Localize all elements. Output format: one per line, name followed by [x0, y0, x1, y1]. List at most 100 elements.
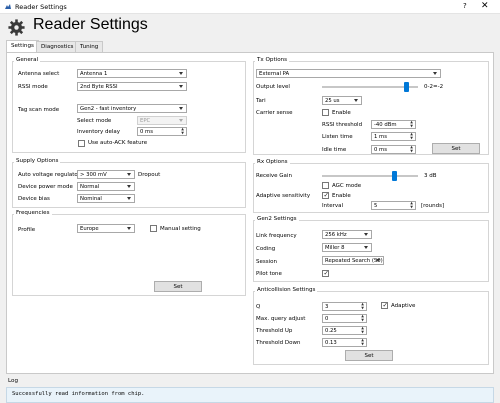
output-level-slider-handle[interactable] [403, 82, 409, 92]
bias-combo[interactable]: Nominal [77, 194, 135, 203]
profile-value: Europe [80, 226, 99, 232]
spin-arrows-icon[interactable]: ▲ ▼ [361, 338, 364, 346]
receive-gain-slider-handle[interactable] [391, 171, 397, 181]
output-level-label: Output level [256, 84, 290, 90]
coding-combo[interactable]: Miller 8 [322, 243, 372, 252]
idle-time-spinbox[interactable]: 0 ms ▲ ▼ [371, 145, 416, 154]
rssi-threshold-label: RSSI threshold [322, 122, 363, 128]
rssi-mode-combo[interactable]: 2nd Byte RSSI [77, 82, 187, 91]
window-titlebar: Reader Settings ? ✕ [0, 0, 500, 14]
session-combo[interactable]: Repeated Search (S0) [322, 256, 384, 265]
q-adaptive-checkbox[interactable] [381, 301, 388, 309]
interval-spinbox[interactable]: 5 ▲ ▼ [371, 201, 416, 210]
tari-label: Tari [256, 98, 266, 104]
log-label: Log [8, 378, 18, 384]
interval-unit-label: [rounds] [421, 203, 445, 209]
tab-tuning[interactable]: Tuning [75, 41, 104, 52]
coding-label: Coding [256, 246, 276, 252]
tari-value: 25 us [325, 98, 340, 104]
tag-scan-mode-value: Gen2 - fast inventory [80, 106, 137, 112]
dropout-label: Dropout [138, 172, 161, 178]
carrier-sense-enable-label: Enable [332, 110, 351, 116]
auto-ack-checkbox[interactable] [78, 140, 85, 147]
rssi-threshold-value: -40 dBm [374, 122, 397, 128]
q-spinbox[interactable]: 3 ▲ ▼ [322, 302, 367, 311]
spin-arrows-icon[interactable]: ▲ ▼ [361, 302, 364, 310]
supply-options-title: Supply Options [14, 158, 61, 164]
spin-arrows-icon[interactable]: ▲ ▼ [410, 201, 413, 209]
idle-time-label: Idle time [322, 147, 347, 153]
help-icon[interactable]: ? [463, 2, 467, 10]
anticollision-title: Anticollision Settings [255, 287, 318, 293]
spin-arrows-icon[interactable]: ▲ ▼ [410, 145, 413, 153]
rx-options-title: Rx Options [255, 159, 290, 165]
manual-setting-label: Manual setting [160, 226, 201, 232]
antenna-select-value: Antenna 1 [80, 71, 108, 77]
max-query-spinbox[interactable]: 0 ▲ ▼ [322, 314, 367, 323]
pilot-tone-checkbox[interactable] [322, 269, 329, 277]
chevron-down-icon [433, 72, 437, 75]
inventory-delay-spinbox[interactable]: 0 ms ▲ ▼ [137, 127, 187, 136]
power-mode-label: Device power mode [18, 184, 73, 190]
spin-arrows-icon[interactable]: ▲ ▼ [410, 132, 413, 140]
bias-label: Device bias [18, 196, 50, 202]
frequencies-title: Frequencies [14, 210, 52, 216]
listen-time-value: 1 ms [374, 134, 387, 140]
tx-set-button[interactable]: Set [432, 143, 480, 154]
carrier-sense-checkbox[interactable] [322, 109, 329, 116]
receive-gain-label: Receive Gain [256, 173, 292, 179]
spin-arrows-icon[interactable]: ▲ ▼ [410, 120, 413, 128]
inventory-delay-label: Inventory delay [77, 129, 121, 135]
spin-arrows-icon[interactable]: ▲ ▼ [181, 127, 184, 135]
profile-combo[interactable]: Europe [77, 224, 135, 233]
threshold-down-spinbox[interactable]: 0.13 ▲ ▼ [322, 338, 367, 347]
spin-arrows-icon[interactable]: ▲ ▼ [361, 326, 364, 334]
chevron-down-icon [127, 227, 131, 230]
tab-diagnostics[interactable]: Diagnostics [36, 41, 79, 52]
output-level-value: 0-2=-2 [424, 84, 444, 90]
rssi-mode-label: RSSI mode [18, 84, 48, 90]
antenna-select-combo[interactable]: Antenna 1 [77, 69, 187, 78]
tx-source-combo[interactable]: External PA [256, 69, 441, 78]
threshold-down-value: 0.13 [325, 340, 337, 346]
interval-label: Interval [322, 203, 344, 209]
tag-scan-mode-combo[interactable]: Gen2 - fast inventory [77, 104, 187, 113]
frequencies-set-button[interactable]: Set [154, 281, 202, 292]
anticollision-set-button[interactable]: Set [345, 350, 393, 361]
adaptive-sensitivity-checkbox[interactable] [322, 191, 329, 199]
tari-combo[interactable]: 25 us [322, 96, 362, 105]
carrier-sense-label: Carrier sense [256, 110, 293, 116]
power-mode-combo[interactable]: Normal [77, 182, 135, 191]
chevron-down-icon [179, 119, 183, 122]
threshold-down-label: Threshold Down [256, 340, 301, 346]
agc-mode-label: AGC mode [332, 183, 362, 189]
receive-gain-slider[interactable] [322, 175, 418, 177]
listen-time-spinbox[interactable]: 1 ms ▲ ▼ [371, 132, 416, 141]
receive-gain-value: 3 dB [424, 173, 437, 179]
rssi-threshold-spinbox[interactable]: -40 dBm ▲ ▼ [371, 120, 416, 129]
adaptive-sensitivity-enable-label: Enable [332, 193, 351, 199]
link-frequency-label: Link frequency [256, 233, 297, 239]
session-value: Repeated Search (S0) [325, 258, 383, 264]
spin-arrows-icon[interactable]: ▲ ▼ [361, 314, 364, 322]
chevron-down-icon [354, 99, 358, 102]
gear-icon [8, 19, 25, 36]
listen-time-label: Listen time [322, 134, 353, 140]
chevron-down-icon [127, 173, 131, 176]
coding-value: Miller 8 [325, 245, 345, 251]
agc-mode-checkbox[interactable] [322, 182, 329, 189]
select-mode-combo[interactable]: EPC [137, 116, 187, 125]
log-message: Successfully read information from chip. [12, 391, 145, 397]
chevron-down-icon [127, 197, 131, 200]
adaptive-sensitivity-label: Adaptive sensitivity [256, 193, 311, 199]
chevron-down-icon [364, 233, 368, 236]
avr-combo[interactable]: > 300 mV [77, 170, 135, 179]
avr-label: Auto voltage regulator [18, 172, 80, 178]
threshold-up-spinbox[interactable]: 0.25 ▲ ▼ [322, 326, 367, 335]
auto-ack-label: Use auto-ACK feature [88, 140, 148, 146]
link-frequency-combo[interactable]: 256 kHz [322, 230, 372, 239]
chevron-down-icon [127, 185, 131, 188]
manual-setting-checkbox[interactable] [150, 225, 157, 232]
close-icon[interactable]: ✕ [481, 1, 489, 11]
general-title: General [14, 57, 41, 63]
